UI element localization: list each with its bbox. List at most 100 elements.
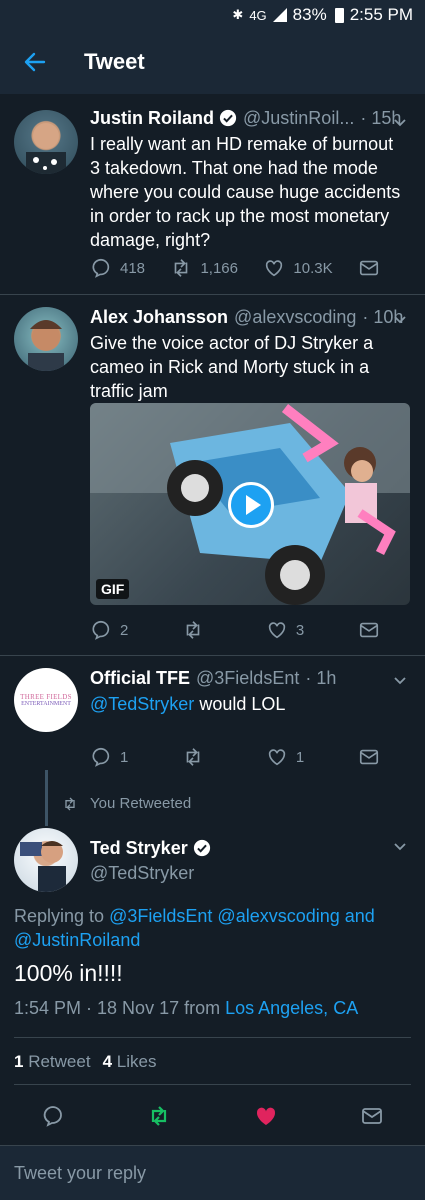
tweet-justin[interactable]: Justin Roiland @JustinRoil... · 15h I re… xyxy=(0,94,425,294)
like-button[interactable]: 10.3K xyxy=(263,257,333,279)
like-stat-count: 4 xyxy=(102,1052,113,1071)
reply-icon xyxy=(92,620,110,640)
chevron-down-icon[interactable] xyxy=(393,674,407,688)
retweet-button[interactable] xyxy=(182,619,212,641)
like-count: 10.3K xyxy=(293,259,333,277)
author-name[interactable]: Alex Johansson xyxy=(90,305,228,329)
verified-icon xyxy=(193,839,210,857)
retweet-note: You Retweeted xyxy=(62,795,191,812)
like-button[interactable]: 1 xyxy=(266,746,304,768)
avatar[interactable] xyxy=(14,307,78,371)
heart-icon[interactable] xyxy=(254,1104,278,1128)
reply-icon[interactable] xyxy=(41,1104,65,1128)
back-arrow-icon xyxy=(24,52,46,72)
author-handle[interactable]: @TedStryker xyxy=(90,860,211,886)
retweet-stat-count: 1 xyxy=(14,1052,24,1071)
chevron-down-icon[interactable] xyxy=(393,313,407,327)
engagement-stats: 1 Retweet 4 Likes xyxy=(14,1052,156,1072)
reply-count: 1 xyxy=(120,748,129,766)
avatar-image xyxy=(26,123,66,174)
app-header: Tweet xyxy=(0,30,425,94)
mention-link[interactable]: @3FieldsEnt xyxy=(109,906,212,926)
reply-button[interactable]: 418 xyxy=(90,257,145,279)
retweet-icon[interactable] xyxy=(147,1104,171,1128)
author-handle[interactable]: @3FieldsEnt xyxy=(196,666,299,690)
retweet-icon xyxy=(186,621,200,639)
location-link[interactable]: Los Angeles, CA xyxy=(225,998,358,1018)
retweet-button[interactable] xyxy=(182,746,212,768)
chevron-down-icon[interactable] xyxy=(393,116,407,130)
mention-link[interactable]: @JustinRoiland xyxy=(14,930,140,950)
avatar-logo-line-1: THREE FIELDS xyxy=(20,693,72,701)
retweet-note-text: You Retweeted xyxy=(90,795,192,812)
author-handle[interactable]: @alexvscoding xyxy=(234,305,356,329)
retweet-stat-label: Retweet xyxy=(28,1052,91,1071)
replying-to: Replying to @3FieldsEnt @alexvscoding an… xyxy=(14,904,405,952)
timestamp-text: 1:54 PM · 18 Nov 17 from xyxy=(14,998,221,1018)
retweet-stat[interactable]: 1 Retweet xyxy=(14,1052,91,1072)
heart-icon xyxy=(268,749,286,766)
reply-input[interactable]: Tweet your reply xyxy=(0,1145,425,1200)
tweet-text: Give the voice actor of DJ Stryker a cam… xyxy=(90,333,374,401)
main-tweet: Ted Stryker @TedStryker Replying to @3Fi… xyxy=(0,826,425,1146)
tweet-time: · 1h xyxy=(305,668,337,688)
tweet-text-rest: would LOL xyxy=(194,694,286,714)
mention-link[interactable]: @TedStryker xyxy=(90,694,194,714)
avatar[interactable]: THREE FIELDS ENTERTAINMENT xyxy=(14,668,78,732)
battery-percent: 83% xyxy=(292,5,327,24)
thread-connector xyxy=(45,770,48,826)
mail-icon xyxy=(359,260,379,276)
verified-icon xyxy=(219,109,237,127)
avatar[interactable] xyxy=(14,828,78,892)
avatar-logo-line-2: ENTERTAINMENT xyxy=(21,701,71,707)
mail-icon[interactable] xyxy=(360,1104,384,1128)
battery-icon xyxy=(334,7,344,23)
dm-button[interactable] xyxy=(358,619,380,641)
heart-icon xyxy=(268,622,286,639)
avatar-image xyxy=(20,841,66,892)
heart-icon xyxy=(266,260,283,277)
dm-button[interactable] xyxy=(358,746,380,768)
tweet-text: @TedStryker would LOL xyxy=(90,692,405,716)
tweet-alex[interactable]: Alex Johansson @alexvscoding · 10h Give … xyxy=(0,295,425,655)
like-stat-label: Likes xyxy=(116,1052,157,1071)
mail-icon xyxy=(359,749,379,765)
page-title: Tweet xyxy=(84,49,145,74)
author-name[interactable]: Justin Roiland xyxy=(90,106,214,130)
retweet-small-icon xyxy=(65,797,75,810)
avatar[interactable] xyxy=(14,110,78,174)
tweet-text: I really want an HD remake of burnout 3 … xyxy=(90,134,401,250)
mail-icon xyxy=(359,622,379,638)
reply-icon xyxy=(92,258,110,278)
like-count: 1 xyxy=(295,748,305,766)
author-name[interactable]: Ted Stryker xyxy=(90,836,188,860)
divider xyxy=(14,1084,411,1085)
avatar-image xyxy=(28,320,64,371)
signal-icon xyxy=(272,8,287,22)
divider xyxy=(14,1037,411,1038)
tweet-tfe[interactable]: THREE FIELDS ENTERTAINMENT Official TFE … xyxy=(0,656,425,791)
detail-actions xyxy=(0,1101,425,1131)
reply-button[interactable]: 1 xyxy=(90,746,128,768)
retweet-icon xyxy=(186,748,200,766)
author-name[interactable]: Official TFE xyxy=(90,666,190,690)
gif-badge: GIF xyxy=(96,579,130,599)
gif-media[interactable]: GIF xyxy=(90,403,410,605)
back-button[interactable] xyxy=(0,30,70,94)
like-button[interactable]: 3 xyxy=(266,619,304,641)
replying-to-label: Replying to xyxy=(14,906,105,926)
dm-button[interactable] xyxy=(358,257,380,279)
like-count: 3 xyxy=(295,621,305,639)
tweet-text: 100% in!!!! xyxy=(14,960,123,986)
reply-count: 418 xyxy=(120,259,146,277)
replying-and[interactable]: and xyxy=(345,906,375,926)
play-button[interactable] xyxy=(228,482,274,528)
retweet-icon xyxy=(175,259,188,277)
like-stat[interactable]: 4 Likes xyxy=(103,1052,157,1072)
retweet-button[interactable]: 1,166 xyxy=(170,257,238,279)
mention-link[interactable]: @alexvscoding xyxy=(217,906,339,926)
reply-placeholder: Tweet your reply xyxy=(14,1162,147,1183)
author-handle[interactable]: @JustinRoil... xyxy=(243,106,354,130)
reply-button[interactable]: 2 xyxy=(90,619,128,641)
chevron-down-icon[interactable] xyxy=(393,840,407,854)
